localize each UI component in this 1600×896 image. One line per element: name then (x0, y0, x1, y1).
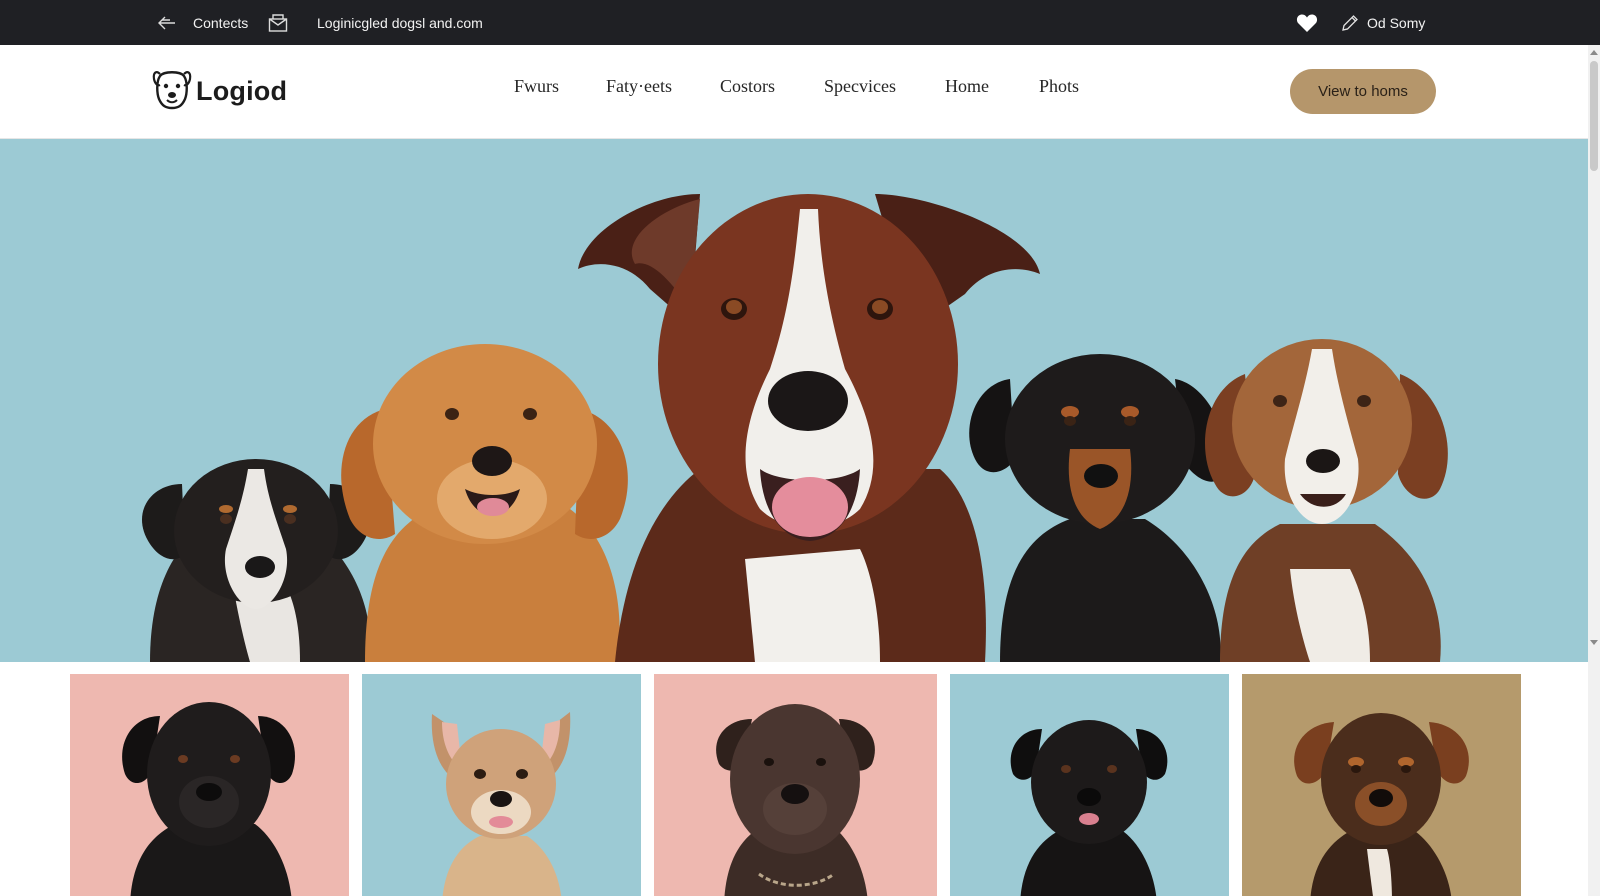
nav-item-phots[interactable]: Phots (1039, 76, 1079, 97)
dog-gallery (0, 662, 1588, 896)
user-menu[interactable]: Od Somy (1341, 0, 1425, 45)
page-scrollbar[interactable] (1588, 45, 1600, 896)
hero-dog-golden-retriever (341, 344, 628, 662)
site-address[interactable]: Loginicgled dogsl and.com (317, 0, 483, 45)
hero-dogs-illustration (141, 194, 1448, 662)
dog-photo (716, 704, 875, 896)
dog-photo (1294, 713, 1469, 896)
dog-face-icon (152, 68, 192, 115)
site-header: Logiod Fwurs Faty·eets Costors Specvices… (0, 45, 1588, 139)
scrollbar-thumb[interactable] (1590, 61, 1598, 171)
user-name: Od Somy (1367, 14, 1426, 31)
hero-dog-beagle-mix (1205, 339, 1448, 662)
contacts-link[interactable]: Contects (193, 0, 248, 45)
dog-photo (122, 702, 295, 896)
gallery-card-black-labrador[interactable] (70, 674, 349, 896)
dog-photo (431, 712, 571, 896)
site-logo[interactable]: Logiod (152, 69, 287, 113)
mail-icon[interactable] (268, 0, 288, 45)
scroll-down-arrow-icon[interactable] (1588, 638, 1600, 648)
nav-item-costors[interactable]: Costors (720, 76, 775, 97)
hero-banner (0, 139, 1588, 662)
dog-photo (1010, 720, 1168, 896)
gallery-card-brindle-hound[interactable] (1242, 674, 1521, 896)
pen-icon (1341, 14, 1359, 32)
hero-dog-black-white (141, 459, 371, 662)
nav-item-faty-eets[interactable]: Faty·eets (606, 76, 672, 97)
top-utility-bar: Contects Loginicgled dogsl and.com Od So… (0, 0, 1600, 45)
nav-item-specvices[interactable]: Specvices (824, 76, 896, 97)
gallery-card-black-retriever[interactable] (950, 674, 1229, 896)
nav-item-home[interactable]: Home (945, 76, 989, 97)
nav-item-fwurs[interactable]: Fwurs (514, 76, 559, 97)
scroll-up-arrow-icon[interactable] (1588, 47, 1600, 57)
back-arrow-icon[interactable] (158, 0, 176, 45)
gallery-card-fawn-chihuahua-mix[interactable] (362, 674, 641, 896)
heart-icon[interactable] (1296, 0, 1318, 45)
gallery-card-chocolate-mastiff[interactable] (654, 674, 937, 896)
logo-text: Logiod (196, 75, 288, 106)
hero-dog-rottweiler-mix (969, 354, 1226, 662)
view-to-home-button[interactable]: View to homs (1290, 69, 1436, 114)
